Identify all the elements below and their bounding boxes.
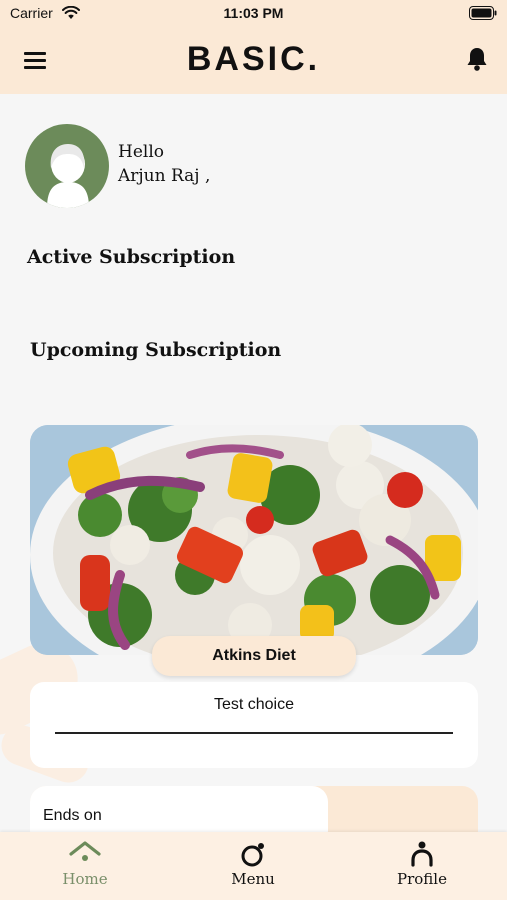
tab-profile-label: Profile bbox=[397, 870, 447, 888]
app-header: BASIC. bbox=[0, 28, 507, 94]
battery-icon bbox=[469, 6, 497, 20]
avatar[interactable] bbox=[25, 124, 109, 208]
status-bar: Carrier 11:03 PM bbox=[0, 0, 507, 28]
user-avatar-icon bbox=[47, 144, 89, 208]
profile-icon bbox=[411, 841, 433, 867]
tab-profile[interactable]: Profile bbox=[362, 832, 482, 900]
tab-menu[interactable]: Menu bbox=[193, 832, 313, 900]
tab-home[interactable]: Home bbox=[25, 832, 145, 900]
greeting-hello: Hello bbox=[118, 142, 164, 162]
tab-home-label: Home bbox=[62, 870, 108, 888]
ends-on-label: Ends on bbox=[43, 807, 102, 824]
menu-icon bbox=[241, 843, 264, 867]
clock-time: 11:03 PM bbox=[223, 5, 284, 21]
tab-menu-label: Menu bbox=[231, 870, 275, 888]
app-logo: BASIC. bbox=[186, 40, 321, 78]
home-content: Hello Arjun Raj , Active Subscription Up… bbox=[0, 94, 507, 832]
salad-bowl-image bbox=[30, 425, 478, 655]
diet-name-pill[interactable]: Atkins Diet bbox=[152, 636, 356, 676]
user-name: Arjun Raj , bbox=[118, 166, 211, 186]
active-subscription-heading: Active Subscription bbox=[27, 246, 236, 268]
bottom-tab-bar: Home Menu Profile bbox=[0, 832, 507, 900]
ends-on-card: Ends on bbox=[30, 786, 328, 832]
upcoming-subscription-heading: Upcoming Subscription bbox=[30, 339, 282, 361]
meal-choice-label: Test choice bbox=[213, 696, 295, 713]
notification-bell-icon[interactable] bbox=[465, 46, 489, 72]
choice-divider bbox=[55, 732, 453, 734]
home-icon bbox=[69, 841, 101, 861]
greeting-text: Hello Arjun Raj , bbox=[118, 140, 210, 188]
diet-plan-image[interactable] bbox=[30, 425, 478, 655]
meal-choice-card[interactable]: Test choice bbox=[30, 682, 478, 768]
